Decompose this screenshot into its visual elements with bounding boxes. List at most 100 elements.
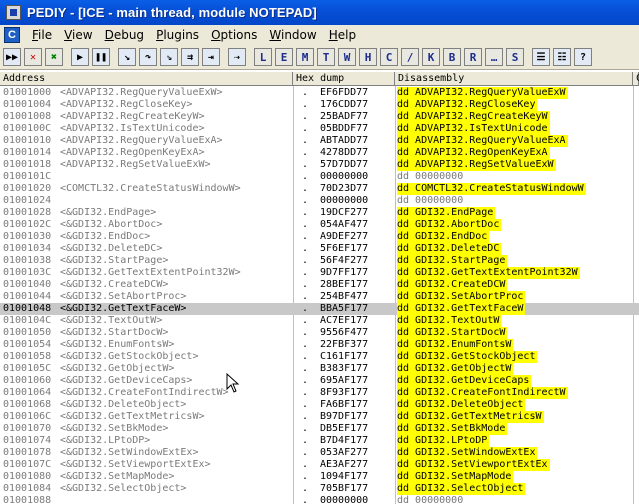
run-trace-window-icon[interactable]: … xyxy=(485,48,503,66)
row-disassembly: dd ADVAPI32.RegOpenKeyExA xyxy=(397,147,550,159)
table-row[interactable]: 01001068 <&GDI32.DeleteObject>. FA6BF177 dd… xyxy=(0,399,639,411)
table-row[interactable]: 01001078 <&GDI32.SetWindowExtEx>. 053AF277… xyxy=(0,447,639,459)
table-row[interactable]: 01001040 <&GDI32.CreateDCW>. 28BEF177 dd GD… xyxy=(0,279,639,291)
table-row[interactable]: 0100101C. 00000000 dd 00000000 xyxy=(0,171,639,183)
row-address: 01001058 xyxy=(3,351,52,362)
menu-window[interactable]: Window xyxy=(263,26,322,44)
row-address: 0100101C xyxy=(3,171,52,182)
table-row[interactable]: 01001020 <COMCTL32.CreateStatusWindowW>. 7… xyxy=(0,183,639,195)
row-symbol: <&GDI32.TextOutW> xyxy=(60,315,163,326)
table-row[interactable]: 01001030 <&GDI32.EndDoc>. A9DEF277 dd GDI32… xyxy=(0,231,639,243)
column-header-comment[interactable]: C xyxy=(633,72,639,86)
column-header-disassembly[interactable]: Disassembly xyxy=(395,72,633,86)
row-symbol: <ADVAPI32.RegQueryValueExW> xyxy=(60,87,223,98)
row-hex-dump: 05BDDF77 xyxy=(320,123,369,134)
row-hex-dump: 705BF177 xyxy=(320,483,369,494)
trace-over-icon[interactable]: ⇉ xyxy=(181,48,199,66)
menu-plugins[interactable]: Plugins xyxy=(150,26,205,44)
menu-file[interactable]: File xyxy=(26,26,58,44)
table-row[interactable]: 01001014 <ADVAPI32.RegOpenKeyExA>. 4278DD7… xyxy=(0,147,639,159)
table-row[interactable]: 01001024. 00000000 dd 00000000 xyxy=(0,195,639,207)
handles-window-icon[interactable]: H xyxy=(359,48,377,66)
app-window-icon[interactable] xyxy=(6,5,21,20)
list-icon[interactable]: ☰ xyxy=(532,48,550,66)
references-window-icon[interactable]: R xyxy=(464,48,482,66)
row-disassembly: dd COMCTL32.CreateStatusWindowW xyxy=(397,183,586,195)
row-symbol: <&GDI32.EndPage> xyxy=(60,207,157,218)
row-address: 01001060 xyxy=(3,375,52,386)
table-row[interactable]: 01001088. 00000000 dd 00000000 xyxy=(0,495,639,504)
table-row[interactable]: 01001080 <&GDI32.SetMapMode>. 1094F177 dd G… xyxy=(0,471,639,483)
row-disassembly: dd GDI32.GetStockObject xyxy=(397,351,538,363)
row-address: 01001020 xyxy=(3,183,52,194)
row-disassembly: dd GDI32.GetTextMetricsW xyxy=(397,411,544,423)
table-row[interactable]: 01001038 <&GDI32.StartPage>. 56F4F277 dd GD… xyxy=(0,255,639,267)
step-over-icon[interactable]: ↷ xyxy=(139,48,157,66)
table-row[interactable]: 0100106C <&GDI32.GetTextMetricsW>. B97DF17… xyxy=(0,411,639,423)
menu-help[interactable]: Help xyxy=(323,26,362,44)
table-row[interactable]: 0100105C <&GDI32.GetObjectW>. B383F177 dd G… xyxy=(0,363,639,375)
table-row[interactable]: 0100103C <&GDI32.GetTextExtentPoint32W>. 9… xyxy=(0,267,639,279)
open-icon[interactable]: ▶▶ xyxy=(3,48,21,66)
row-address: 01001048 xyxy=(3,303,52,314)
cpu-window-icon[interactable]: C xyxy=(380,48,398,66)
patches-window-icon[interactable]: / xyxy=(401,48,419,66)
cpu-child-window-icon[interactable]: C xyxy=(4,27,20,43)
memory-window-icon[interactable]: M xyxy=(296,48,314,66)
row-symbol: <&GDI32.EndDoc> xyxy=(60,231,151,242)
pause-icon[interactable]: ❚❚ xyxy=(92,48,110,66)
restart-icon[interactable]: ✖ xyxy=(45,48,63,66)
table-row[interactable]: 0100100C <ADVAPI32.IsTextUnicode>. 05BDDF7… xyxy=(0,123,639,135)
source-window-icon[interactable]: S xyxy=(506,48,524,66)
log-window-icon[interactable]: L xyxy=(254,48,272,66)
table-row[interactable]: 01001034 <&GDI32.DeleteDC>. 5F6EF177 dd GDI… xyxy=(0,243,639,255)
menu-debug[interactable]: Debug xyxy=(99,26,150,44)
title-bar: PEDIY - [ICE - main thread, module NOTEP… xyxy=(0,0,639,25)
step-into-icon[interactable]: ↘ xyxy=(118,48,136,66)
close-icon[interactable]: ✕ xyxy=(24,48,42,66)
table-row[interactable]: 01001058 <&GDI32.GetStockObject>. C161F177… xyxy=(0,351,639,363)
selected-table-row[interactable]: 01001048 <&GDI32.GetTextFaceW>. BBA5F177 dd… xyxy=(0,303,639,315)
trace-into-icon[interactable]: ⇘ xyxy=(160,48,178,66)
menu-view[interactable]: View xyxy=(58,26,98,44)
goto-icon[interactable]: ⇢ xyxy=(228,48,246,66)
table-row[interactable]: 01001064 <&GDI32.CreateFontIndirectW>. 8F9… xyxy=(0,387,639,399)
table-row[interactable]: 01001050 <&GDI32.StartDocW>. 9556F477 dd GD… xyxy=(0,327,639,339)
table-row[interactable]: 0100107C <&GDI32.SetViewportExtEx>. AE3AF2… xyxy=(0,459,639,471)
row-marker: . xyxy=(302,375,309,386)
menu-options[interactable]: Options xyxy=(205,26,263,44)
row-hex-dump: 9D7FF177 xyxy=(320,267,369,278)
row-marker: . xyxy=(302,435,309,446)
table-row[interactable]: 01001074 <&GDI32.LPtoDP>. B7D4F177 dd GDI32… xyxy=(0,435,639,447)
disassembly-pane[interactable]: Address Hex dump Disassembly C 01001000 <… xyxy=(0,72,639,504)
table-row[interactable]: 01001044 <&GDI32.SetAbortProc>. 254BF477 dd… xyxy=(0,291,639,303)
column-header-hex-dump[interactable]: Hex dump xyxy=(293,72,395,86)
windows-window-icon[interactable]: W xyxy=(338,48,356,66)
table-row[interactable]: 01001084 <&GDI32.SelectObject>. 705BF177 dd… xyxy=(0,483,639,495)
table-row[interactable]: 01001018 <ADVAPI32.RegSetValueExW>. 57D7DD… xyxy=(0,159,639,171)
row-symbol: <ADVAPI32.RegSetValueExW> xyxy=(60,159,211,170)
threads-window-icon[interactable]: T xyxy=(317,48,335,66)
call-stack-window-icon[interactable]: K xyxy=(422,48,440,66)
table-row[interactable]: 01001008 <ADVAPI32.RegCreateKeyW>. 25BADF7… xyxy=(0,111,639,123)
breakpoints-window-icon[interactable]: B xyxy=(443,48,461,66)
table-row[interactable]: 0100102C <&GDI32.AbortDoc>. 054AF477 dd GDI… xyxy=(0,219,639,231)
table-row[interactable]: 01001060 <&GDI32.GetDeviceCaps>. 695AF177 d… xyxy=(0,375,639,387)
run-icon[interactable]: ▶ xyxy=(71,48,89,66)
table-row[interactable]: 0100104C <&GDI32.TextOutW>. AC7EF177 dd GDI… xyxy=(0,315,639,327)
row-disassembly: dd GDI32.GetTextFaceW xyxy=(397,303,526,315)
table-row[interactable]: 01001028 <&GDI32.EndPage>. 19DCF277 dd GDI3… xyxy=(0,207,639,219)
table-row[interactable]: 01001000 <ADVAPI32.RegQueryValueExW>. EF6F… xyxy=(0,87,639,99)
table-row[interactable]: 01001070 <&GDI32.SetBkMode>. DB5EF177 dd GD… xyxy=(0,423,639,435)
table-row[interactable]: 01001010 <ADVAPI32.RegQueryValueExA>. ABTA… xyxy=(0,135,639,147)
row-address: 01001004 xyxy=(3,99,52,110)
table-row[interactable]: 01001054 <&GDI32.EnumFontsW>. 22FBF377 dd G… xyxy=(0,339,639,351)
execute-till-return-icon[interactable]: ⇥ xyxy=(202,48,220,66)
options-list-icon[interactable]: ☷ xyxy=(553,48,571,66)
modules-window-icon[interactable]: E xyxy=(275,48,293,66)
column-header-address[interactable]: Address xyxy=(0,72,293,86)
help-icon[interactable]: ? xyxy=(574,48,592,66)
row-symbol: <&GDI32.CreateDCW> xyxy=(60,279,169,290)
table-row[interactable]: 01001004 <ADVAPI32.RegCloseKey>. 176CDD77 d… xyxy=(0,99,639,111)
row-symbol: <ADVAPI32.RegCloseKey> xyxy=(60,99,193,110)
